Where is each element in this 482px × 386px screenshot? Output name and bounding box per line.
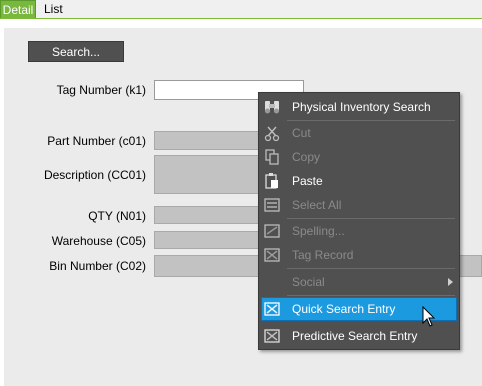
menu-item-social[interactable]: Social (261, 270, 457, 294)
menu-separator (287, 268, 455, 269)
tab-detail[interactable]: Detail (0, 0, 36, 18)
bin-number-label: Bin Number (C02) (49, 259, 146, 273)
warehouse-field[interactable] (154, 231, 264, 249)
select-all-icon (263, 196, 281, 214)
binoculars-icon (263, 98, 281, 116)
tag-number-label: Tag Number (k1) (56, 83, 146, 97)
search-button[interactable]: Search... (28, 41, 124, 62)
submenu-arrow-icon (448, 278, 453, 286)
description-field[interactable] (154, 155, 264, 194)
qty-label: QTY (N01) (88, 209, 146, 223)
part-number-label: Part Number (c01) (47, 134, 146, 148)
paste-icon (263, 172, 281, 190)
spelling-icon (263, 222, 281, 240)
qty-field[interactable] (154, 206, 264, 224)
tag-record-icon (263, 246, 281, 264)
warehouse-label: Warehouse (C05) (51, 234, 146, 248)
mouse-cursor-icon (422, 305, 436, 328)
copy-icon (263, 148, 281, 166)
predictive-search-icon (263, 327, 281, 345)
tab-list[interactable]: List (40, 0, 67, 18)
menu-separator (287, 295, 455, 296)
scissors-icon (263, 124, 281, 142)
menu-item-tag-record[interactable]: Tag Record (261, 243, 457, 267)
menu-item-paste[interactable]: Paste (261, 169, 457, 193)
part-number-field[interactable] (154, 131, 264, 150)
menu-item-cut[interactable]: Cut (261, 121, 457, 145)
menu-item-physical-inventory-search[interactable]: Physical Inventory Search (261, 95, 457, 119)
description-label: Description (CC01) (43, 168, 146, 182)
menu-item-select-all[interactable]: Select All (261, 193, 457, 217)
menu-item-spelling[interactable]: Spelling... (261, 219, 457, 243)
tab-bar: Detail List (0, 0, 482, 19)
quick-search-icon (263, 300, 281, 318)
menu-item-copy[interactable]: Copy (261, 145, 457, 169)
